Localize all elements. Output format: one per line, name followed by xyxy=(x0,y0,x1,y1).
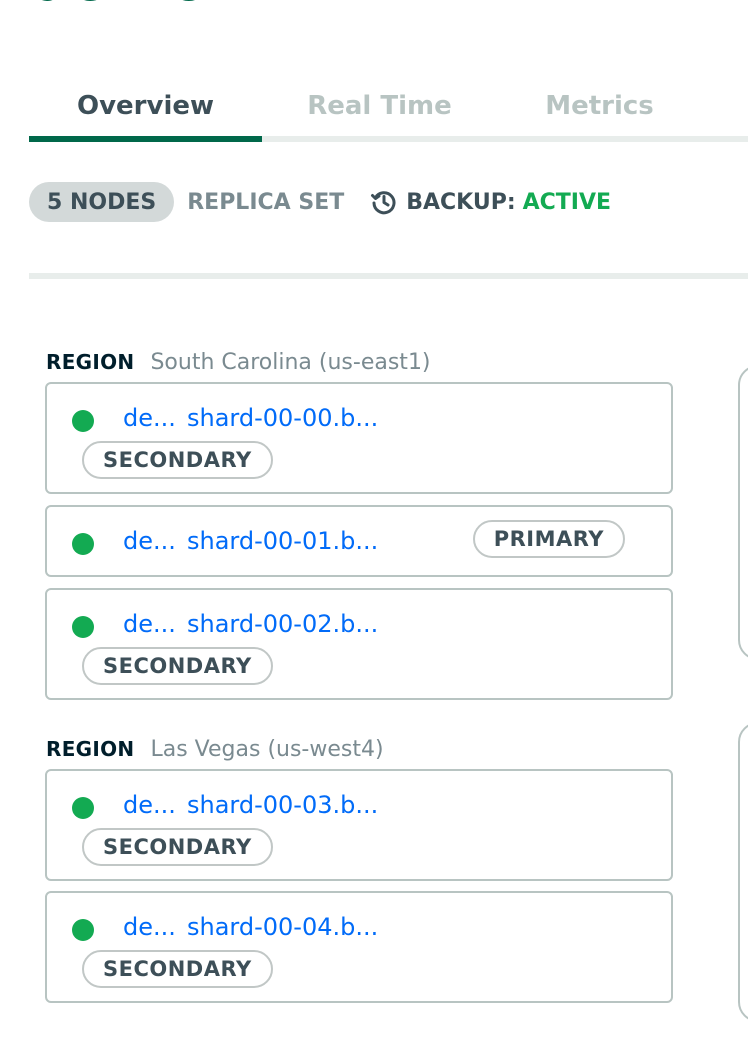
node-card[interactable]: de... shard-00-02.b... SECONDARY xyxy=(45,588,673,700)
node-status-dot xyxy=(72,533,94,555)
node-card[interactable]: de... shard-00-01.b... PRIMARY xyxy=(45,505,673,577)
region-header: REGION Las Vegas (us-west4) xyxy=(46,734,384,764)
side-panel xyxy=(738,365,748,660)
region-keyword: REGION xyxy=(46,350,135,374)
backup-status: ACTIVE xyxy=(522,189,612,215)
node-card[interactable]: de... shard-00-00.b... SECONDARY xyxy=(45,382,673,494)
region-name: Las Vegas (us-west4) xyxy=(150,736,384,762)
cluster-summary: 5 NODES REPLICA SET BACKUP: ACTIVE xyxy=(29,182,611,222)
node-role-badge: SECONDARY xyxy=(82,441,273,479)
topology-label: REPLICA SET xyxy=(187,189,345,215)
node-role-badge: PRIMARY xyxy=(472,520,625,558)
node-host-link[interactable]: shard-00-00.b... xyxy=(187,404,378,432)
node-name-link[interactable]: de... xyxy=(123,913,176,941)
region-keyword: REGION xyxy=(46,737,135,761)
cluster-overview-page: demo Overview Real Time Metrics 5 NODES … xyxy=(0,0,748,1050)
node-role-badge: SECONDARY xyxy=(82,828,273,866)
node-role-badge: SECONDARY xyxy=(82,950,273,988)
cluster-title: demo xyxy=(30,0,208,14)
node-card[interactable]: de... shard-00-04.b... SECONDARY xyxy=(45,891,673,1003)
node-status-dot xyxy=(72,919,94,941)
tab-bar: Overview Real Time Metrics xyxy=(29,76,748,142)
active-tab-indicator xyxy=(29,136,262,142)
node-host-link[interactable]: shard-00-03.b... xyxy=(187,791,378,819)
node-name-link[interactable]: de... xyxy=(123,527,176,555)
node-name-link[interactable]: de... xyxy=(123,404,176,432)
region-header: REGION South Carolina (us-east1) xyxy=(46,347,431,377)
node-card[interactable]: de... shard-00-03.b... SECONDARY xyxy=(45,769,673,881)
tab-real-time[interactable]: Real Time xyxy=(262,76,497,136)
nodes-count-badge: 5 NODES xyxy=(29,182,175,222)
node-role-badge: SECONDARY xyxy=(82,647,273,685)
region-name: South Carolina (us-east1) xyxy=(150,349,431,375)
history-icon xyxy=(370,188,398,216)
node-host-link[interactable]: shard-00-04.b... xyxy=(187,913,378,941)
node-host-link[interactable]: shard-00-02.b... xyxy=(187,610,378,638)
backup-label: BACKUP: xyxy=(406,189,516,215)
node-status-dot xyxy=(72,616,94,638)
section-divider xyxy=(29,273,748,279)
node-status-dot xyxy=(72,797,94,819)
node-host-link[interactable]: shard-00-01.b... xyxy=(187,527,378,555)
tab-metrics[interactable]: Metrics xyxy=(497,76,702,136)
node-status-dot xyxy=(72,410,94,432)
side-panel xyxy=(738,722,748,1022)
node-name-link[interactable]: de... xyxy=(123,610,176,638)
tab-overview[interactable]: Overview xyxy=(29,76,262,136)
node-name-link[interactable]: de... xyxy=(123,791,176,819)
